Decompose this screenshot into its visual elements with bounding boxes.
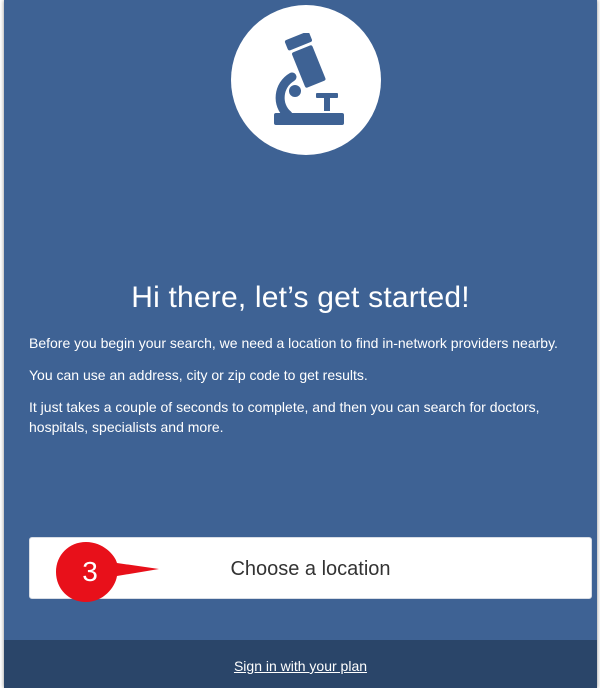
onboarding-panel: Hi there, let’s get started! Before you … — [4, 0, 597, 688]
sign-in-link[interactable]: Sign in with your plan — [4, 656, 597, 676]
microscope-icon — [274, 33, 344, 125]
intro-paragraph-2: You can use an address, city or zip code… — [29, 367, 368, 383]
footer-bar: Sign in with your plan — [4, 640, 597, 688]
page-title: Hi there, let’s get started! — [131, 281, 470, 314]
step-number: 3 — [82, 556, 98, 587]
intro-copy: Before you begin your search, we need a … — [29, 333, 579, 449]
intro-paragraph-3: It just takes a couple of seconds to com… — [29, 399, 540, 435]
hero-circle — [231, 5, 381, 155]
intro-paragraph-1: Before you begin your search, we need a … — [29, 335, 558, 351]
step-marker: 3 — [55, 541, 165, 603]
